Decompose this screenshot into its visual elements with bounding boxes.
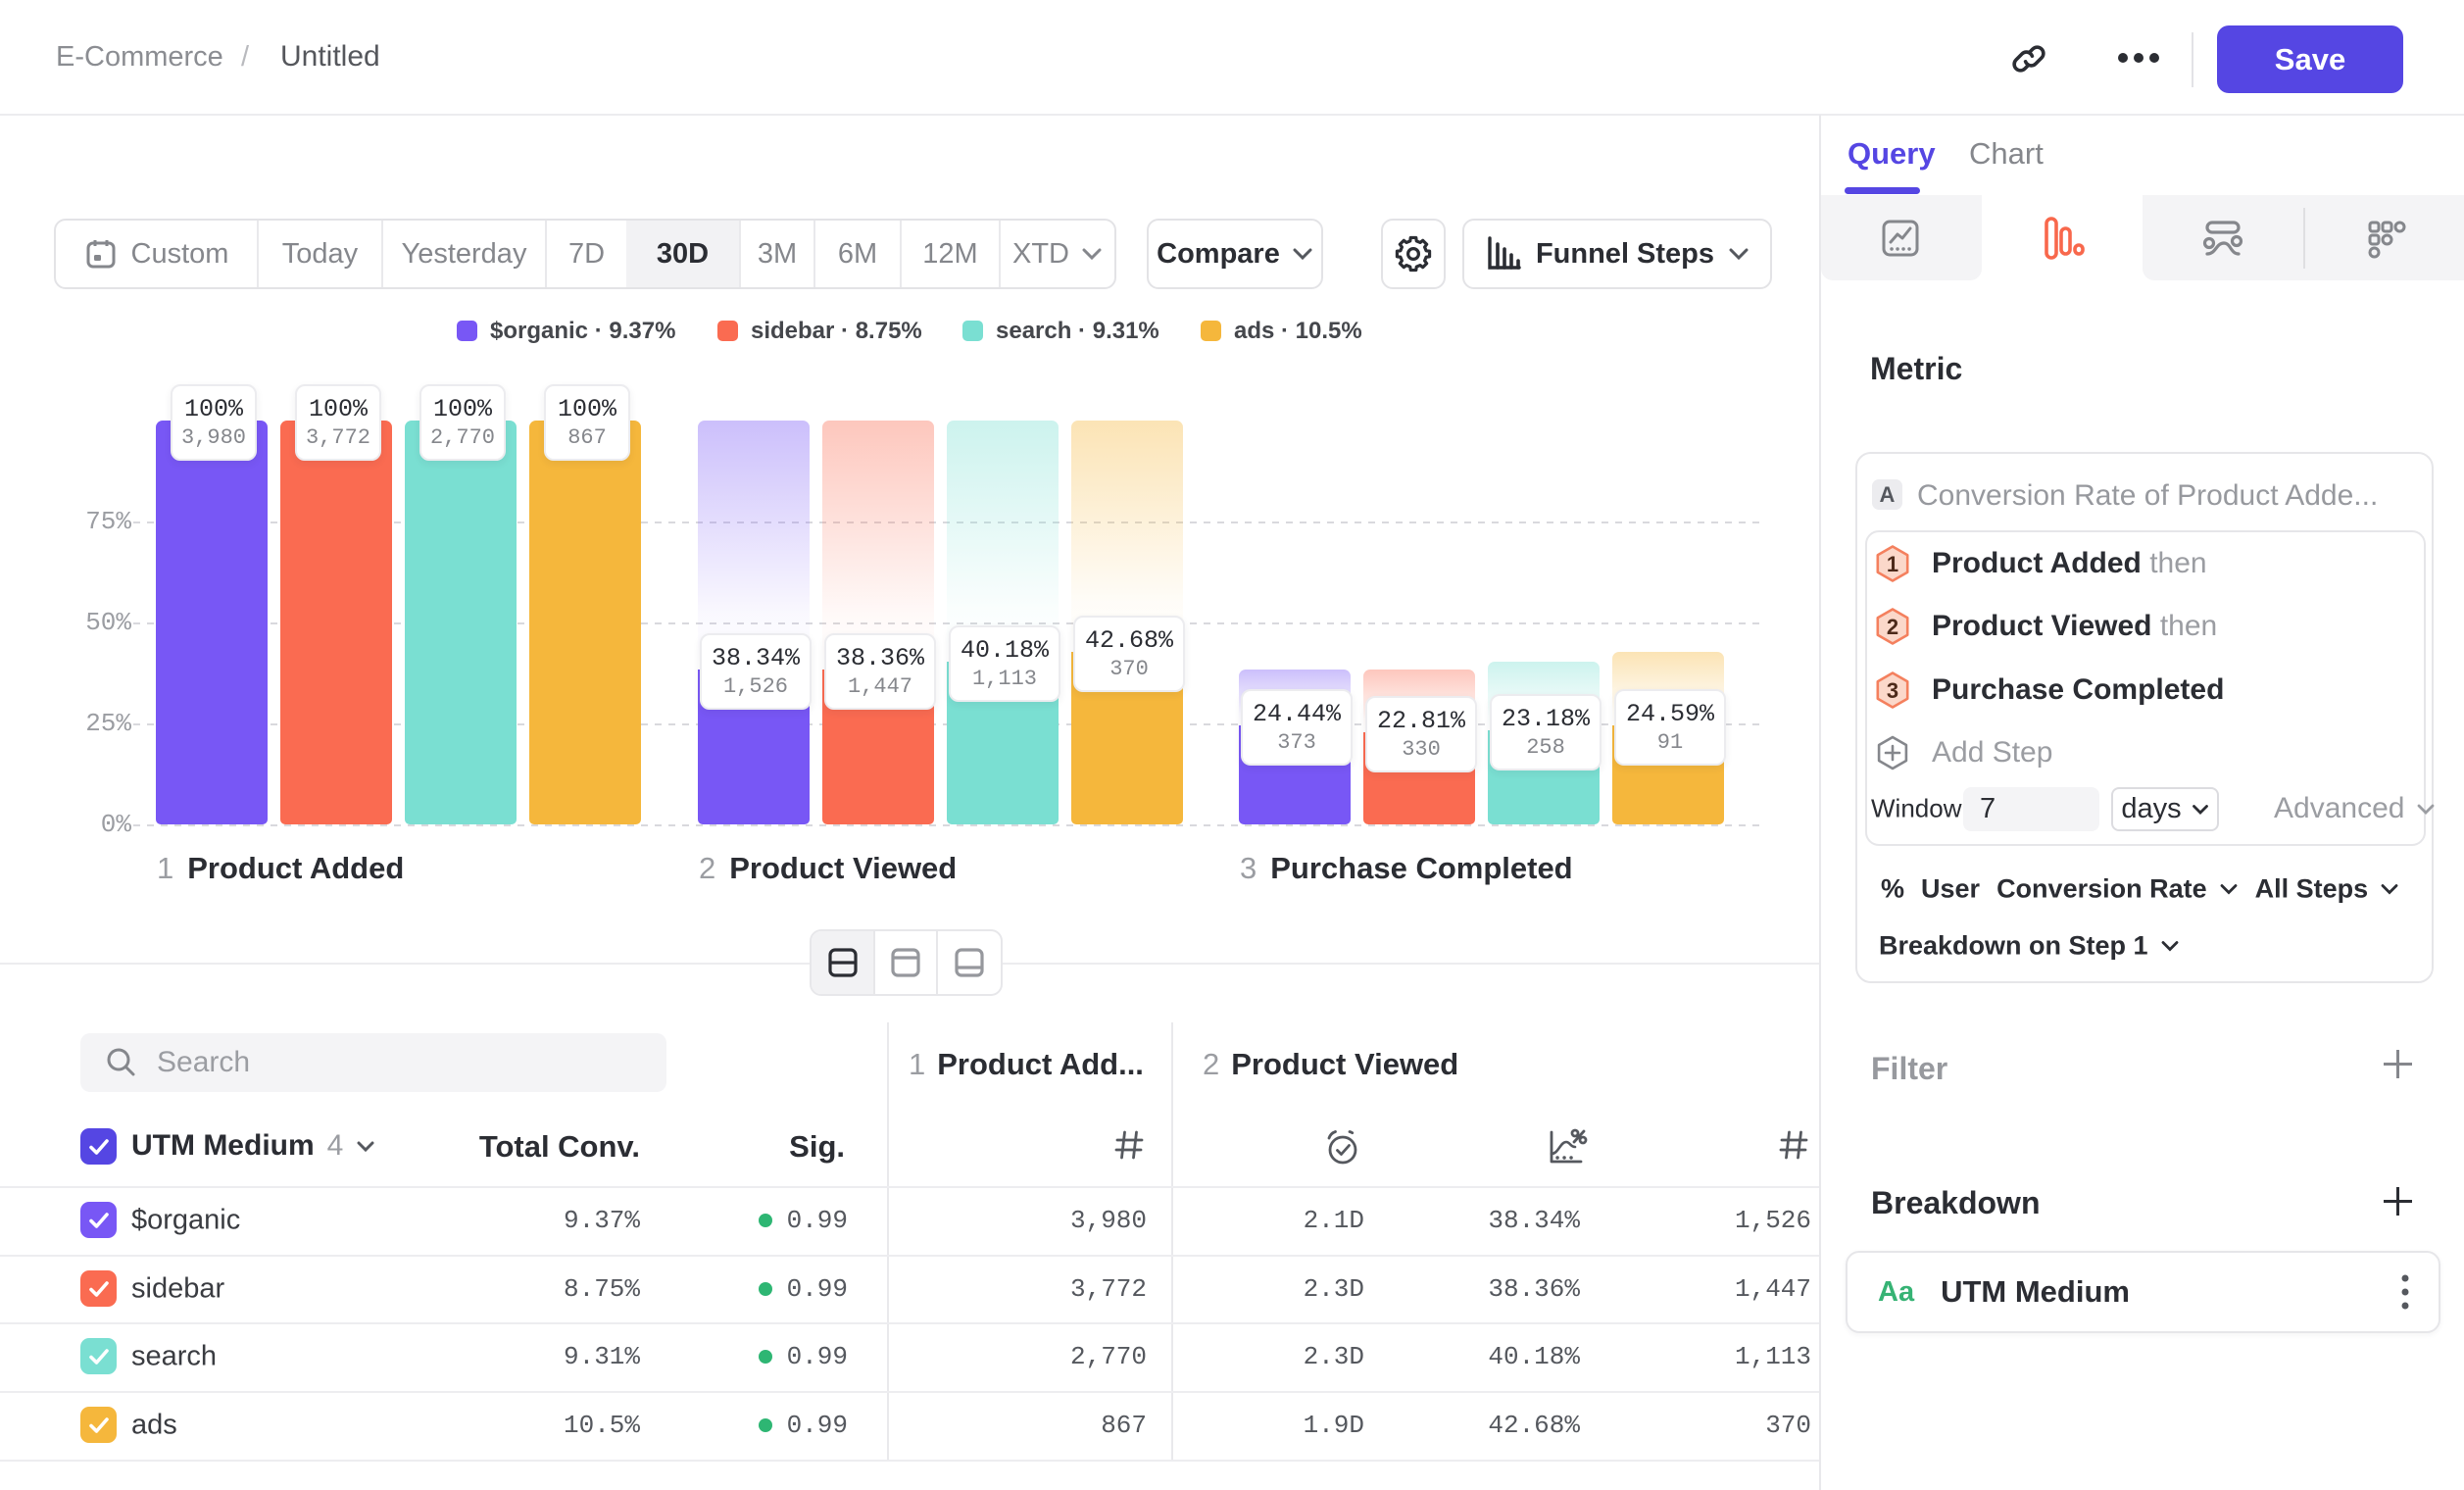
svg-text:3: 3 [1887, 678, 1898, 703]
svg-text:2: 2 [1887, 615, 1898, 639]
svg-text:1: 1 [1887, 552, 1898, 576]
